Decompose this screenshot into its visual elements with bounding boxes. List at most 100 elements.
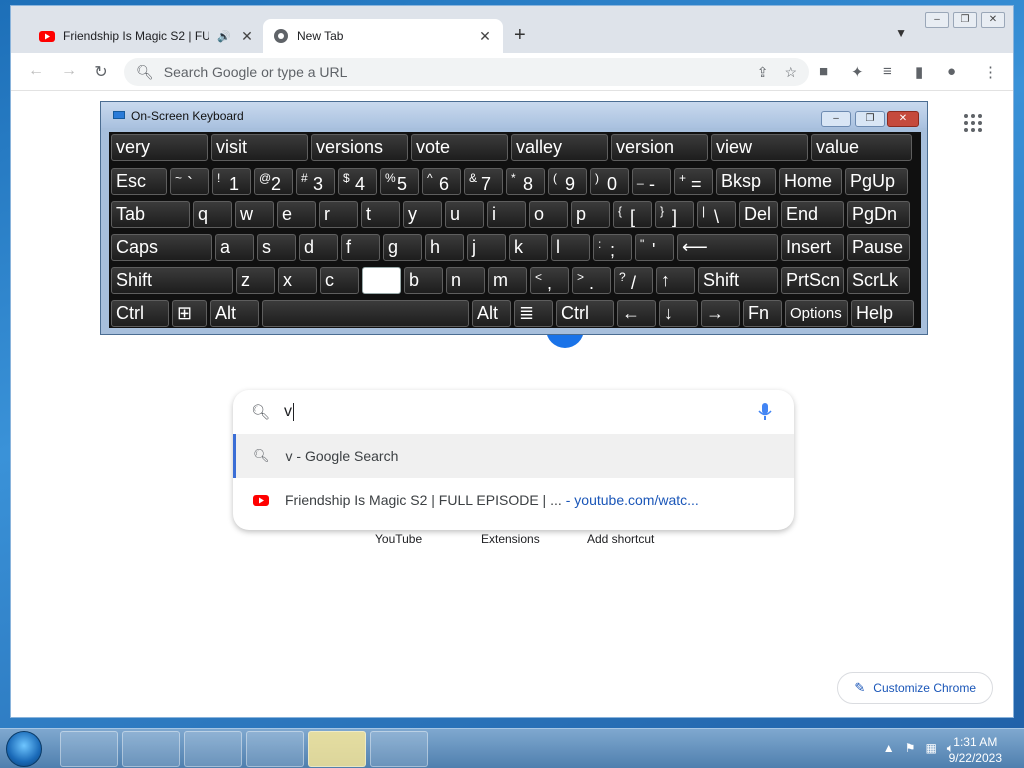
show-hidden-icons-icon[interactable]: ▲ bbox=[883, 741, 895, 756]
menu-icon[interactable]: ⋮ bbox=[983, 63, 998, 81]
keyboard-key[interactable]: ScrLk bbox=[847, 267, 910, 294]
prediction-key[interactable]: vote bbox=[411, 134, 508, 161]
keyboard-key[interactable]: Tab bbox=[111, 201, 190, 228]
keyboard-key[interactable]: $4 bbox=[338, 168, 377, 195]
keyboard-key[interactable]: Caps bbox=[111, 234, 212, 261]
keyboard-key[interactable]: ) 0 bbox=[590, 168, 629, 195]
microphone-icon[interactable] bbox=[758, 402, 772, 422]
shortcut-extensions[interactable]: Extensions bbox=[481, 532, 540, 546]
keyboard-key[interactable]: ~ ` bbox=[170, 168, 209, 195]
back-icon[interactable]: ← bbox=[26, 62, 46, 80]
keyboard-key[interactable]: g bbox=[383, 234, 422, 261]
osk-maximize-button[interactable]: ❐ bbox=[855, 111, 885, 127]
ie-taskbar-button[interactable] bbox=[60, 731, 118, 767]
keyboard-key[interactable]: l bbox=[551, 234, 590, 261]
chevron-down-icon[interactable]: ▼ bbox=[895, 26, 907, 40]
network-icon[interactable]: ▦ bbox=[925, 741, 936, 756]
forward-icon[interactable]: → bbox=[59, 62, 79, 80]
keyboard-key[interactable]: ≣ bbox=[514, 300, 553, 327]
keyboard-key[interactable]: <, bbox=[530, 267, 569, 294]
prediction-key[interactable]: value bbox=[811, 134, 912, 161]
explorer-taskbar-button[interactable] bbox=[122, 731, 180, 767]
keyboard-key[interactable]: ! 1 bbox=[212, 168, 251, 195]
maximize-button[interactable]: ❐ bbox=[953, 12, 977, 28]
keyboard-key[interactable]: PgUp bbox=[845, 168, 908, 195]
osk-close-button[interactable]: ✕ bbox=[887, 111, 919, 127]
keyboard-key[interactable]: d bbox=[299, 234, 338, 261]
osk-titlebar[interactable]: On-Screen Keyboard – ❐ ✕ bbox=[101, 102, 927, 128]
keyboard-key[interactable]: → bbox=[701, 300, 740, 327]
keyboard-key[interactable]: r bbox=[319, 201, 358, 228]
keyboard-key[interactable]: PrtScn bbox=[781, 267, 844, 294]
keyboard-key[interactable]: ⟵ bbox=[677, 234, 778, 261]
suggestion-youtube[interactable]: Friendship Is Magic S2 | FULL EPISODE | … bbox=[233, 478, 794, 522]
close-tab-icon[interactable]: ✕ bbox=[477, 28, 493, 45]
keyboard-key[interactable]: u bbox=[445, 201, 484, 228]
speaker-icon[interactable]: 🔊 bbox=[217, 30, 231, 43]
keyboard-key[interactable]: ? / bbox=[614, 267, 653, 294]
keyboard-key[interactable]: * 8 bbox=[506, 168, 545, 195]
share-icon[interactable]: ⇪ bbox=[757, 64, 769, 81]
suggestion-google-search[interactable]: 🔍︎ v - Google Search bbox=[233, 434, 794, 478]
keyboard-key[interactable]: Home bbox=[779, 168, 842, 195]
keyboard-key[interactable]: @2 bbox=[254, 168, 293, 195]
keyboard-key[interactable]: o bbox=[529, 201, 568, 228]
prediction-key[interactable]: very bbox=[111, 134, 208, 161]
new-tab-button[interactable]: + bbox=[514, 24, 526, 47]
tab-youtube[interactable]: Friendship Is Magic S2 | FULL 🔊 ✕ bbox=[29, 19, 265, 53]
keyboard-key[interactable]: (9 bbox=[548, 168, 587, 195]
keyboard-key[interactable]: e bbox=[277, 201, 316, 228]
clock[interactable]: 1:31 AM 9/22/2023 bbox=[949, 734, 1002, 766]
keyboard-key[interactable]: Ctrl bbox=[556, 300, 614, 327]
close-button[interactable]: ✕ bbox=[981, 12, 1005, 28]
shortcut-youtube[interactable]: YouTube bbox=[375, 532, 422, 546]
keyboard-key[interactable]: Bksp bbox=[716, 168, 776, 195]
keyboard-key[interactable]: Help bbox=[851, 300, 914, 327]
keyboard-key[interactable]: p bbox=[571, 201, 610, 228]
shortcut-add[interactable]: Add shortcut bbox=[587, 532, 654, 546]
prediction-key[interactable]: visit bbox=[211, 134, 308, 161]
customize-chrome-button[interactable]: ✎ Customize Chrome bbox=[837, 672, 993, 704]
keyboard-key[interactable]: Alt bbox=[210, 300, 259, 327]
keyboard-key[interactable]: m bbox=[488, 267, 527, 294]
side-panel-icon[interactable]: ▮ bbox=[915, 63, 923, 81]
osk-taskbar-button[interactable] bbox=[370, 731, 428, 767]
media-icon[interactable]: ≡ bbox=[883, 63, 892, 80]
keyboard-key[interactable]: q bbox=[193, 201, 232, 228]
keyboard-key[interactable]: | \ bbox=[697, 201, 736, 228]
keyboard-key[interactable]: :; bbox=[593, 234, 632, 261]
keyboard-key[interactable]: {[ bbox=[613, 201, 652, 228]
reload-icon[interactable]: ↻ bbox=[91, 62, 111, 82]
keyboard-key[interactable]: Shift bbox=[111, 267, 233, 294]
apps-grid-icon[interactable] bbox=[964, 114, 982, 132]
star-icon[interactable]: ☆ bbox=[784, 64, 797, 81]
close-tab-icon[interactable]: ✕ bbox=[239, 28, 255, 45]
keyboard-key[interactable]: Pause bbox=[847, 234, 910, 261]
keyboard-key[interactable]: Fn bbox=[743, 300, 782, 327]
keyboard-key[interactable]: PgDn bbox=[847, 201, 910, 228]
keyboard-key[interactable]: Esc bbox=[111, 168, 167, 195]
keyboard-key[interactable]: + = bbox=[674, 168, 713, 195]
keyboard-key[interactable]: w bbox=[235, 201, 274, 228]
omnibox[interactable]: 🔍︎ Search Google or type a URL ⇪ ☆ bbox=[124, 58, 809, 86]
keyboard-key[interactable]: }] bbox=[655, 201, 694, 228]
keyboard-key[interactable]: x bbox=[278, 267, 317, 294]
keyboard-key[interactable]: h bbox=[425, 234, 464, 261]
keyboard-key[interactable]: b bbox=[404, 267, 443, 294]
search-box[interactable]: 🔍︎ v 🔍︎ v - Google Search Friendship Is … bbox=[233, 390, 794, 530]
osk-minimize-button[interactable]: – bbox=[821, 111, 851, 127]
keyboard-key[interactable]: ↑ bbox=[656, 267, 695, 294]
keyboard-key[interactable]: y bbox=[403, 201, 442, 228]
help-taskbar-button[interactable] bbox=[308, 731, 366, 767]
profile-icon[interactable]: ● bbox=[947, 63, 956, 80]
media-player-taskbar-button[interactable] bbox=[184, 731, 242, 767]
puzzle-icon[interactable]: ✦ bbox=[851, 63, 864, 81]
start-button[interactable] bbox=[6, 731, 42, 767]
keyboard-key[interactable]: s bbox=[257, 234, 296, 261]
keyboard-key[interactable]: ↓ bbox=[659, 300, 698, 327]
keyboard-key[interactable]: j bbox=[467, 234, 506, 261]
prediction-key[interactable]: view bbox=[711, 134, 808, 161]
keyboard-key[interactable]: t bbox=[361, 201, 400, 228]
keyboard-key[interactable] bbox=[262, 300, 469, 327]
keyboard-key[interactable]: & 7 bbox=[464, 168, 503, 195]
